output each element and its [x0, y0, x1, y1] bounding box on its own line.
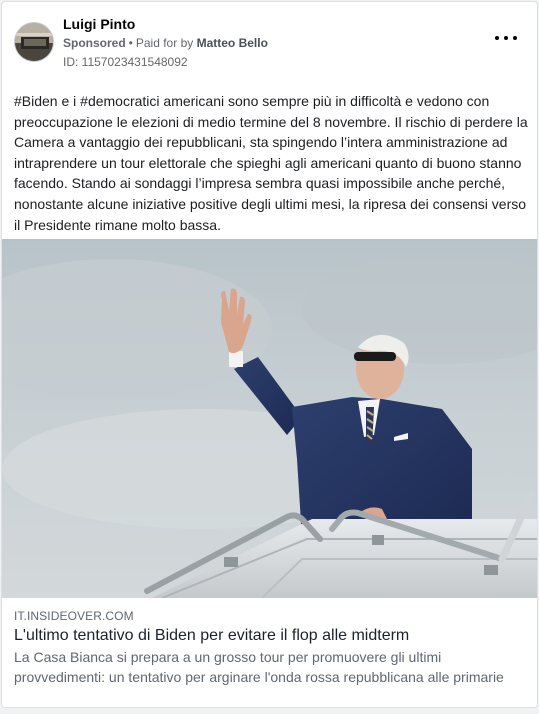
- link-domain: IT.INSIDEOVER.COM: [14, 609, 134, 623]
- post-body-text: #Biden e i #democratici americani sono s…: [14, 93, 528, 233]
- sponsored-label: Sponsored: [63, 36, 126, 50]
- sponsored-post-card: Luigi Pinto Sponsored • Paid for by Matteo…: [1, 1, 538, 708]
- more-dot: [504, 36, 508, 40]
- more-dot: [495, 36, 499, 40]
- avatar-image: [15, 23, 53, 61]
- post-header: Luigi Pinto Sponsored • Paid for by Matteo…: [2, 2, 537, 76]
- more-dot: [513, 36, 517, 40]
- ad-id: ID: 1157023431548092: [63, 55, 188, 69]
- photo-man-waving-from-airplane-stairs: [2, 239, 537, 598]
- link-description: La Casa Bianca si prepara a un grosso to…: [14, 649, 504, 685]
- meta-separator: •: [128, 36, 133, 50]
- author-avatar[interactable]: [14, 22, 54, 62]
- link-headline[interactable]: L'ultimo tentativo di Biden per evitare …: [14, 627, 409, 645]
- more-options-icon[interactable]: [495, 30, 517, 46]
- payer-name[interactable]: Matteo Bello: [197, 36, 268, 50]
- link-preview[interactable]: IT.INSIDEOVER.COM L'ultimo tentativo di …: [2, 598, 537, 707]
- post-photo[interactable]: [2, 239, 537, 598]
- author-name[interactable]: Luigi Pinto: [63, 16, 135, 32]
- paid-for-label: Paid for by: [135, 36, 194, 50]
- sponsorship-line: Sponsored • Paid for by Matteo Bello: [63, 36, 268, 50]
